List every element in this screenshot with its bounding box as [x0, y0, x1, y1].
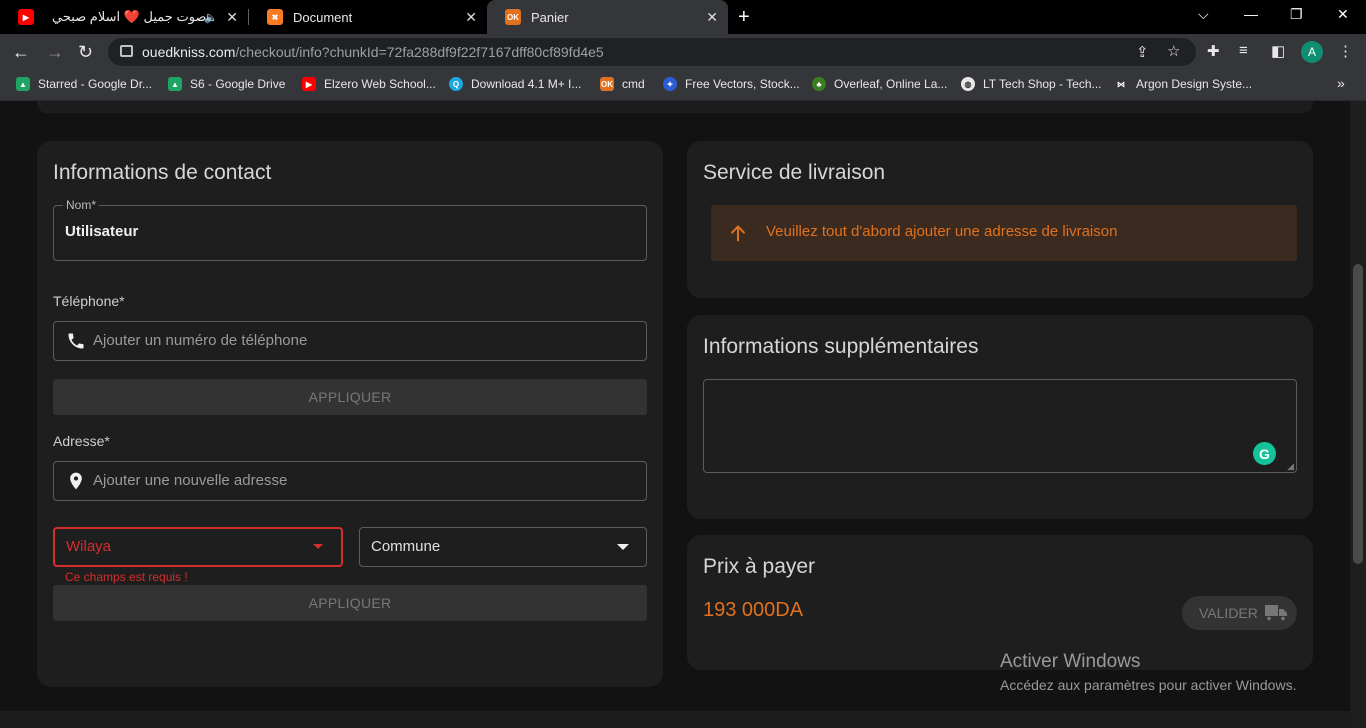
more-bookmarks-icon[interactable]: »: [1337, 75, 1345, 91]
validate-button[interactable]: VALIDER: [1182, 596, 1297, 630]
tab-strip: ▶ صوت جميل ❤️ اسلام صبحي 🔈 ✕ ✖ Document …: [0, 0, 1366, 34]
delivery-truck-icon: [1265, 605, 1287, 622]
extensions-icon[interactable]: ✚: [1207, 42, 1220, 60]
minimize-icon[interactable]: —: [1244, 6, 1258, 22]
extra-info-title: Informations supplémentaires: [703, 335, 979, 358]
new-tab-icon[interactable]: +: [738, 6, 750, 29]
contact-card: Informations de contact Nom* Utilisateur…: [37, 141, 663, 687]
ouedkniss-icon: OK: [600, 77, 614, 91]
extra-info-textarea[interactable]: G ◢: [703, 379, 1297, 473]
windows-activation-subtitle: Accédez aux paramètres pour activer Wind…: [1000, 677, 1297, 693]
scrollbar-thumb[interactable]: [1353, 264, 1363, 564]
share-icon[interactable]: ⇪: [1136, 43, 1149, 61]
header-card-bottom: [37, 101, 1313, 113]
freepik-icon: ✦: [663, 77, 677, 91]
bookmark-item[interactable]: ⋈ Argon Design Syste...: [1114, 77, 1252, 91]
contact-title: Informations de contact: [53, 161, 272, 184]
windows-activation-title: Activer Windows: [1000, 651, 1141, 672]
extra-info-card: Informations supplémentaires G ◢: [687, 315, 1313, 519]
bookmark-item[interactable]: ▶ Elzero Web School...: [302, 77, 436, 91]
price-amount: 193 000DA: [703, 599, 804, 621]
bookmarks-bar: ▲ Starred - Google Dr... ▲ S6 - Google Dri…: [0, 70, 1366, 101]
bookmark-item[interactable]: Q Download 4.1 M+ I...: [449, 77, 581, 91]
bookmark-star-icon[interactable]: ☆: [1167, 42, 1180, 60]
arrow-up-icon: [731, 225, 745, 242]
tab-youtube[interactable]: ▶ صوت جميل ❤️ اسلام صبحي 🔈 ✕: [0, 0, 248, 34]
bookmark-item[interactable]: ♣ Overleaf, Online La...: [812, 77, 947, 91]
page-content: Informations de contact Nom* Utilisateur…: [0, 101, 1350, 728]
price-title: Prix à payer: [703, 555, 816, 578]
bookmark-item[interactable]: ▲ Starred - Google Dr...: [16, 77, 152, 91]
close-icon[interactable]: ✕: [706, 9, 718, 26]
back-icon[interactable]: ←: [12, 42, 30, 63]
alert-text: Veuillez tout d'abord ajouter une adress…: [766, 223, 1118, 240]
tab-title: Document: [293, 9, 353, 25]
close-icon[interactable]: ✕: [465, 9, 477, 26]
address-bar[interactable]: ouedkniss.com/checkout/info?chunkId=72fa…: [108, 38, 1196, 66]
xampp-icon: ✖: [267, 9, 283, 25]
tab-document[interactable]: ✖ Document ✕: [249, 0, 487, 34]
tab-title: صوت جميل ❤️ اسلام صبحي: [52, 9, 207, 24]
name-field[interactable]: Nom* Utilisateur: [53, 198, 647, 261]
delivery-alert: Veuillez tout d'abord ajouter une adress…: [711, 205, 1297, 261]
media-control-icon[interactable]: ≡: [1239, 42, 1248, 59]
bookmark-item[interactable]: ✦ Free Vectors, Stock...: [663, 77, 800, 91]
close-icon[interactable]: ✕: [226, 9, 238, 26]
chevron-down-icon: [617, 544, 629, 550]
phone-placeholder: Ajouter un numéro de téléphone: [93, 332, 308, 349]
wilaya-select[interactable]: Wilaya: [53, 527, 343, 567]
menu-icon[interactable]: ⋮: [1338, 42, 1353, 60]
argon-icon: ⋈: [1117, 79, 1125, 89]
resize-handle-icon[interactable]: ◢: [1287, 461, 1294, 472]
address-label: Adresse*: [53, 433, 110, 449]
tab-panier[interactable]: OK Panier ✕: [487, 0, 728, 34]
forward-icon[interactable]: →: [46, 42, 64, 63]
tab-search-chevron-icon[interactable]: ⌵: [1198, 6, 1209, 23]
address-placeholder: Ajouter une nouvelle adresse: [93, 472, 288, 489]
tab-title: Panier: [531, 9, 569, 25]
phone-input[interactable]: Ajouter un numéro de téléphone: [53, 321, 647, 361]
location-pin-icon: [70, 472, 82, 490]
google-drive-icon: ▲: [16, 77, 30, 91]
phone-icon: [68, 333, 84, 349]
ouedkniss-icon: OK: [505, 9, 521, 25]
apply-phone-button[interactable]: APPLIQUER: [53, 379, 647, 415]
chevron-down-icon: [313, 544, 323, 549]
grammarly-icon[interactable]: G: [1253, 442, 1276, 465]
globe-icon: ◍: [961, 77, 975, 91]
side-panel-icon[interactable]: ◧: [1271, 42, 1285, 60]
delivery-title: Service de livraison: [703, 161, 886, 184]
page-scrollbar[interactable]: [1350, 101, 1366, 728]
wilaya-label: Wilaya: [66, 538, 112, 555]
address-input[interactable]: Ajouter une nouvelle adresse: [53, 461, 647, 501]
name-label: Nom*: [63, 198, 100, 212]
youtube-icon: ▶: [18, 9, 34, 25]
google-drive-icon: ▲: [168, 77, 182, 91]
restore-icon[interactable]: ❐: [1290, 6, 1303, 23]
close-window-icon[interactable]: ✕: [1337, 6, 1349, 23]
lock-icon: [120, 45, 133, 57]
reload-icon[interactable]: ↻: [78, 42, 93, 63]
commune-select[interactable]: Commune: [359, 527, 647, 567]
youtube-icon: ▶: [302, 77, 316, 91]
bookmark-item[interactable]: ▲ S6 - Google Drive: [168, 77, 285, 91]
download-icon: Q: [449, 77, 463, 91]
profile-avatar[interactable]: A: [1301, 41, 1323, 63]
delivery-card: Service de livraison Veuillez tout d'abo…: [687, 141, 1313, 298]
wilaya-error: Ce champs est requis !: [65, 570, 188, 584]
bookmark-item[interactable]: ◍ LT Tech Shop - Tech...: [961, 77, 1102, 91]
name-value: Utilisateur: [65, 223, 139, 240]
bookmark-item[interactable]: OK cmd: [600, 77, 645, 91]
phone-label: Téléphone*: [53, 293, 125, 309]
speaker-icon: 🔈: [204, 11, 218, 24]
validate-label: VALIDER: [1199, 605, 1258, 621]
apply-address-button[interactable]: APPLIQUER: [53, 585, 647, 621]
url-text: ouedkniss.com/checkout/info?chunkId=72fa…: [142, 44, 604, 60]
price-card: Prix à payer 193 000DA VALIDER: [687, 535, 1313, 670]
page-bottom-band: [0, 711, 1350, 728]
overleaf-icon: ♣: [812, 77, 826, 91]
commune-label: Commune: [371, 538, 441, 555]
browser-toolbar: ← → ↻ ouedkniss.com/checkout/info?chunkI…: [0, 34, 1366, 70]
